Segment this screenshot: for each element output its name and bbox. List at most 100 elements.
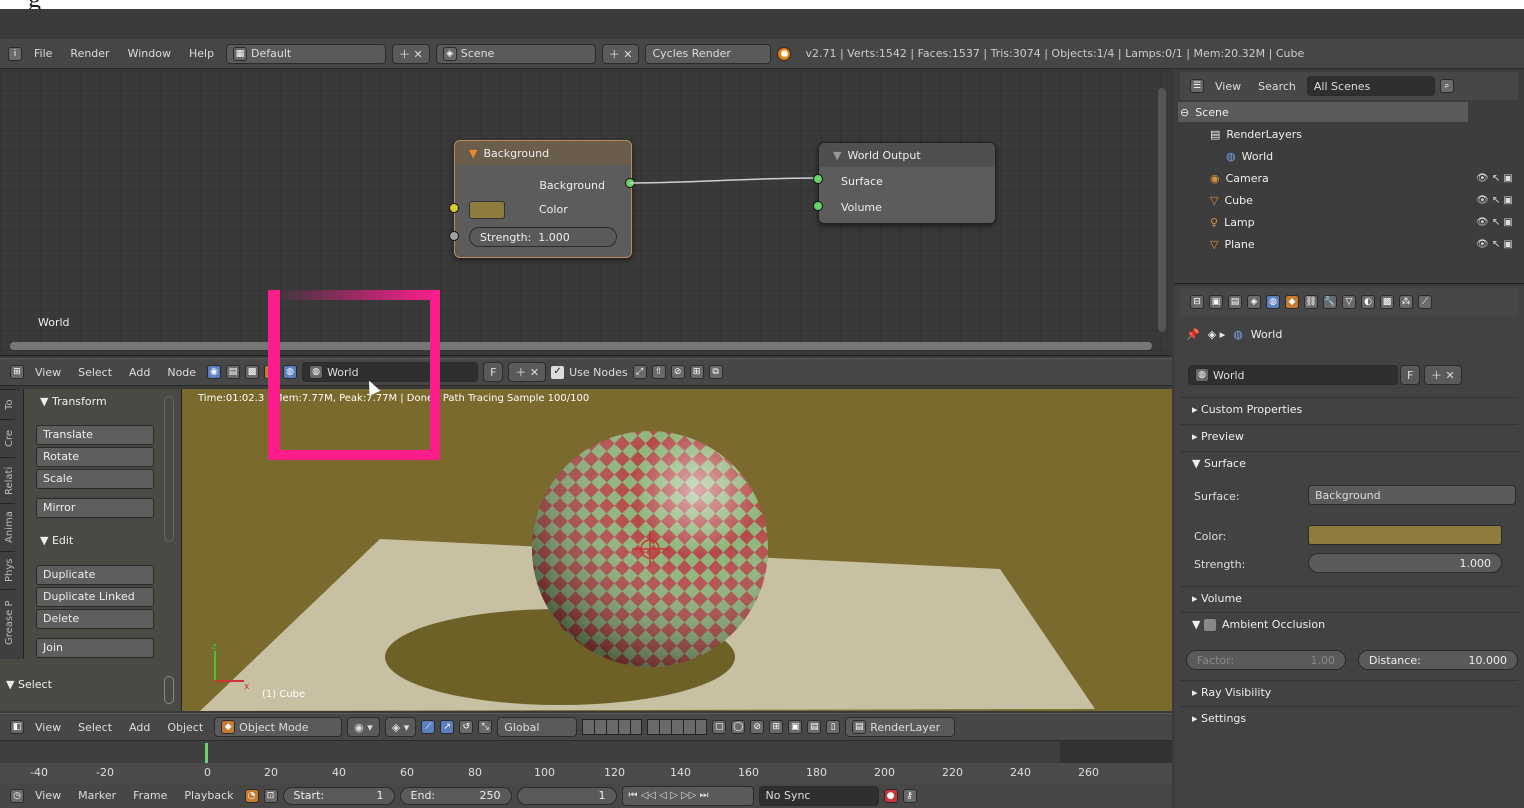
outliner-row-world[interactable]: ◍ World xyxy=(1226,146,1511,166)
scene-add-remove[interactable]: ＋ ✕ xyxy=(601,43,640,64)
preview-panel[interactable]: ▸ Preview xyxy=(1180,424,1518,448)
view3d-menu-view[interactable]: View xyxy=(29,721,67,734)
outliner-display-mode-select[interactable]: All Scenes xyxy=(1306,76,1435,96)
editor-type-icon[interactable]: ☰ xyxy=(1190,79,1204,93)
render-engine-select[interactable]: Cycles Render xyxy=(645,43,772,64)
tab-grease-pencil[interactable]: Grease P xyxy=(0,589,15,655)
menu-help[interactable]: Help xyxy=(183,47,220,60)
volume-input-socket[interactable] xyxy=(813,201,823,211)
sync-mode-select[interactable]: No Sync xyxy=(758,785,879,806)
modifiers-tab-icon[interactable]: 🔧 xyxy=(1323,295,1337,309)
texture-tab-icon[interactable]: ▩ xyxy=(1380,295,1394,309)
outliner-menu-search[interactable]: Search xyxy=(1252,80,1302,93)
timeline-menu-playback[interactable]: Playback xyxy=(178,789,239,802)
strength-field[interactable]: Strength: 1.000 xyxy=(469,227,617,247)
current-frame-marker[interactable] xyxy=(205,743,208,765)
duplicate-linked-button[interactable]: Duplicate Linked xyxy=(36,587,154,607)
outliner-row-lamp[interactable]: ♀ Lamp xyxy=(1210,212,1495,232)
tab-relations[interactable]: Relati xyxy=(0,457,15,503)
outliner-menu-view[interactable]: View xyxy=(1209,80,1247,93)
pin-icon[interactable]: 📌 xyxy=(1186,328,1200,341)
surface-panel[interactable]: ▼ Surface xyxy=(1180,451,1518,475)
preview-range-icon[interactable]: ◔ xyxy=(244,788,259,803)
surface-shader-select[interactable]: Background xyxy=(1308,485,1516,505)
data-tab-icon[interactable]: ▽ xyxy=(1342,295,1356,309)
strength-input-socket[interactable] xyxy=(449,231,459,241)
search-icon[interactable]: ⌕ xyxy=(1439,79,1454,93)
node-editor-vscroll[interactable] xyxy=(1158,88,1166,332)
render-layer-field[interactable]: ▤ RenderLayer xyxy=(845,717,956,737)
view3d-menu-select[interactable]: Select xyxy=(72,721,118,734)
screen-add-remove[interactable]: ＋ ✕ xyxy=(392,43,430,64)
world-output-node[interactable]: ▼ World Output Surface Volume xyxy=(818,142,996,224)
node-link[interactable] xyxy=(630,175,820,187)
menu-render[interactable]: Render xyxy=(64,47,115,60)
scale-button[interactable]: Scale xyxy=(36,469,154,489)
join-button[interactable]: Join xyxy=(36,638,154,658)
backdrop-icon[interactable]: ⤢ xyxy=(632,365,647,379)
timeline-menu-frame[interactable]: Frame xyxy=(127,789,173,802)
scene-layers-1[interactable] xyxy=(582,719,643,735)
parent-node-icon[interactable]: ⇧ xyxy=(651,365,666,379)
duplicate-button[interactable]: Duplicate xyxy=(36,565,154,585)
screen-layout-select[interactable]: ▦ Default xyxy=(226,43,387,64)
constraints-tab-icon[interactable]: ⛓ xyxy=(1304,295,1318,309)
properties-world-field[interactable]: ◍ World xyxy=(1188,365,1398,385)
shader-type-icon[interactable]: ◉ xyxy=(207,365,222,379)
background-node-header[interactable]: ▼ Background xyxy=(455,141,631,165)
node-editor-scrollbar[interactable] xyxy=(10,342,1152,350)
start-frame-field[interactable]: Start: 1 xyxy=(282,786,395,805)
world-strength-field[interactable]: 1.000 xyxy=(1308,553,1502,573)
world-color-swatch[interactable] xyxy=(469,201,505,219)
ao-distance-field[interactable]: Distance: 10.000 xyxy=(1358,650,1518,670)
scene-layers-2[interactable] xyxy=(647,719,708,735)
properties-world-add-remove[interactable]: ＋ ✕ xyxy=(1424,365,1462,385)
opengl-anim-icon[interactable]: ▤ xyxy=(807,720,822,734)
editor-type-icon[interactable]: ⊟ xyxy=(1190,295,1204,309)
render-border-icon[interactable]: ▯ xyxy=(826,720,841,734)
outliner-row-cube[interactable]: ▽ Cube xyxy=(1210,190,1495,210)
color-input-socket[interactable] xyxy=(449,203,459,213)
transform-orientation-select[interactable]: Global xyxy=(497,717,578,737)
delete-button[interactable]: Delete xyxy=(36,609,154,629)
world-output-header[interactable]: ▼ World Output xyxy=(819,143,995,167)
volume-panel[interactable]: ▸ Volume xyxy=(1180,586,1518,610)
interaction-mode-select[interactable]: ◆ Object Mode xyxy=(214,717,343,737)
tool-shelf-scrollbar-lower[interactable] xyxy=(164,676,174,704)
texture-type-icon[interactable]: ▩ xyxy=(245,365,260,379)
transform-panel-title[interactable]: ▼ Transform xyxy=(40,395,107,408)
select-panel-title[interactable]: ▼ Select xyxy=(6,678,52,691)
object-tab-icon[interactable]: ◆ xyxy=(1285,295,1299,309)
rotate-button[interactable]: Rotate xyxy=(36,447,154,467)
editor-type-icon[interactable]: ◧ xyxy=(10,720,24,734)
view3d-menu-object[interactable]: Object xyxy=(161,721,209,734)
node-menu-add[interactable]: Add xyxy=(123,366,156,379)
proportional-edit-icon[interactable]: ◯ xyxy=(731,720,746,734)
lock-time-icon[interactable]: ⊡ xyxy=(263,788,278,803)
scale-manipulator-icon[interactable]: ⤡ xyxy=(478,720,493,734)
node-editor-area[interactable]: ▼ Background Background Color Strength: 1… xyxy=(0,70,1172,356)
outliner-row-plane[interactable]: ▽ Plane xyxy=(1210,234,1495,254)
visibility-icon[interactable]: 👁 ↖ ▣ 👁 ↖ ▣ 👁 ↖ ▣ 👁 ↖ ▣ xyxy=(1476,168,1513,256)
keying-set-icon[interactable]: ⚷ xyxy=(902,788,917,803)
editor-type-icon[interactable]: ◷ xyxy=(10,788,24,803)
manipulator-icon[interactable]: ⟋ xyxy=(421,720,436,734)
menu-window[interactable]: Window xyxy=(122,47,177,60)
playback-controls[interactable]: ⏮ ◁◁ ◁ ▷ ▷▷ ⏭ xyxy=(621,785,754,806)
node-menu-view[interactable]: View xyxy=(29,366,67,379)
properties-fake-user[interactable]: F xyxy=(1400,365,1421,385)
opengl-render-icon[interactable]: ▣ xyxy=(788,720,803,734)
tab-animation[interactable]: Anima xyxy=(0,503,15,551)
outliner-row-scene[interactable]: ⊖ Scene xyxy=(1180,102,1465,122)
outliner-row-camera[interactable]: ◉ Camera xyxy=(1210,168,1495,188)
node-menu-select[interactable]: Select xyxy=(72,366,118,379)
render-tab-icon[interactable]: ▣ xyxy=(1209,295,1223,309)
background-node[interactable]: ▼ Background Background Color Strength: 1… xyxy=(454,140,632,258)
particles-tab-icon[interactable]: ⁂ xyxy=(1399,295,1413,309)
copy-paste-icon[interactable]: ⧉ xyxy=(708,365,723,379)
pivot-select[interactable]: ◈ ▾ xyxy=(384,717,417,737)
editor-type-icon[interactable]: ⊞ xyxy=(10,365,24,379)
tab-create[interactable]: Cre xyxy=(0,419,15,457)
shading-select[interactable]: ◉ ▾ xyxy=(347,717,380,737)
collapse-triangle-icon[interactable]: ▼ xyxy=(469,147,477,160)
